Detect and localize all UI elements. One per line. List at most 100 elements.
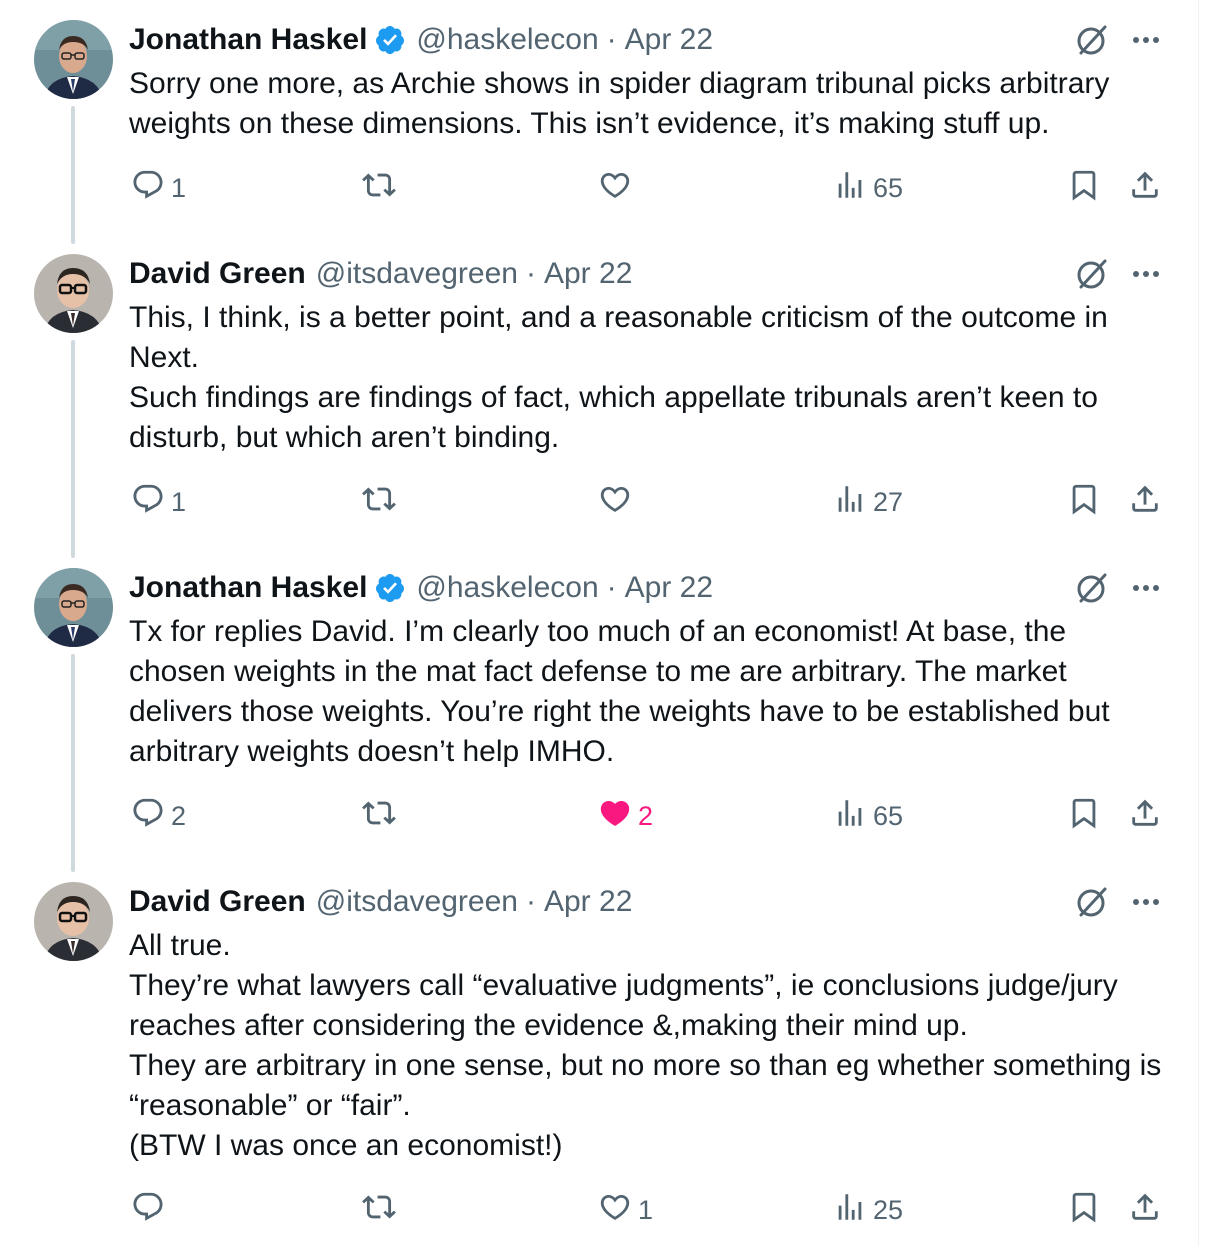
tweet-actions: 1 27 — [0, 482, 1196, 522]
bookmark-button[interactable] — [1067, 1190, 1101, 1230]
author-name[interactable]: David Green — [129, 885, 306, 919]
tweet[interactable]: David Green @itsdavegreen · Apr 22 This,… — [0, 234, 1196, 548]
like-icon — [598, 168, 632, 209]
verified-badge-icon[interactable] — [374, 572, 406, 604]
reply-count: 2 — [171, 800, 187, 831]
tweet-text-line: Such findings are findings of fact, whic… — [129, 381, 1098, 454]
more-icon[interactable] — [1128, 884, 1164, 920]
tweet-text-line: They are arbitrary in one sense, but no … — [129, 1049, 1162, 1122]
like-button[interactable] — [598, 168, 638, 208]
repost-button[interactable] — [362, 1190, 402, 1230]
tweet-text: Tx for replies David. I’m clearly too mu… — [129, 612, 1169, 772]
share-button[interactable] — [1128, 482, 1162, 522]
author-handle[interactable]: @haskelecon — [416, 571, 598, 605]
repost-button[interactable] — [362, 796, 402, 836]
bookmark-button[interactable] — [1067, 168, 1101, 208]
more-icon[interactable] — [1128, 256, 1164, 292]
tweet-text-line: Sorry one more, as Archie shows in spide… — [129, 67, 1110, 140]
repost-icon — [362, 168, 396, 209]
tweet-date[interactable]: Apr 22 — [544, 885, 632, 919]
tweet-text-line: (BTW I was once an economist!) — [129, 1129, 563, 1162]
tweet[interactable]: David Green @itsdavegreen · Apr 22 All t… — [0, 862, 1196, 1246]
views-icon — [833, 482, 867, 523]
tweet-text: This, I think, is a better point, and a … — [129, 298, 1169, 458]
tweet-actions: 1 25 — [0, 1190, 1196, 1230]
tweet-actions: 2 2 65 — [0, 796, 1196, 836]
grok-icon[interactable] — [1074, 570, 1110, 606]
like-icon — [598, 482, 632, 523]
repost-button[interactable] — [362, 482, 402, 522]
tweet-text-line: This, I think, is a better point, and a … — [129, 301, 1108, 374]
bookmark-icon — [1067, 482, 1101, 523]
repost-button[interactable] — [362, 168, 402, 208]
avatar[interactable] — [34, 568, 113, 647]
more-icon[interactable] — [1128, 22, 1164, 58]
repost-icon — [362, 482, 396, 523]
grok-icon[interactable] — [1074, 256, 1110, 292]
bookmark-icon — [1067, 796, 1101, 837]
tweet[interactable]: Jonathan Haskel @haskelecon · Apr 22 Sor… — [0, 0, 1196, 236]
views-count: 25 — [873, 1194, 904, 1225]
reply-count: 1 — [171, 172, 187, 203]
bookmark-icon — [1067, 168, 1101, 209]
reply-icon — [131, 796, 165, 837]
reply-icon — [131, 1190, 165, 1231]
share-button[interactable] — [1128, 168, 1162, 208]
avatar[interactable] — [34, 20, 113, 99]
verified-badge-icon[interactable] — [374, 24, 406, 56]
author-handle[interactable]: @haskelecon — [416, 23, 598, 57]
views-button[interactable]: 27 — [833, 482, 903, 522]
like-button[interactable]: 2 — [598, 796, 653, 836]
tweet-text: Sorry one more, as Archie shows in spide… — [129, 64, 1169, 144]
like-button[interactable]: 1 — [598, 1190, 653, 1230]
views-button[interactable]: 65 — [833, 168, 903, 208]
reply-count: 1 — [171, 486, 187, 517]
share-button[interactable] — [1128, 1190, 1162, 1230]
tweet-text-line: They’re what lawyers call “evaluative ju… — [129, 969, 1118, 1042]
views-icon — [833, 168, 867, 209]
bookmark-button[interactable] — [1067, 796, 1101, 836]
like-icon — [598, 796, 632, 837]
reply-icon — [131, 168, 165, 209]
like-count: 2 — [638, 800, 654, 831]
tweet-date[interactable]: Apr 22 — [625, 571, 713, 605]
grok-icon[interactable] — [1074, 884, 1110, 920]
views-icon — [833, 796, 867, 837]
avatar[interactable] — [34, 254, 113, 333]
more-icon[interactable] — [1128, 570, 1164, 606]
repost-icon — [362, 1190, 396, 1231]
tweet-header: David Green @itsdavegreen · Apr 22 — [129, 254, 632, 294]
grok-icon[interactable] — [1074, 22, 1110, 58]
author-name[interactable]: Jonathan Haskel — [129, 571, 367, 605]
like-button[interactable] — [598, 482, 638, 522]
share-icon — [1128, 168, 1162, 209]
avatar[interactable] — [34, 882, 113, 961]
author-handle[interactable]: @itsdavegreen — [316, 257, 518, 291]
tweet-header: David Green @itsdavegreen · Apr 22 — [129, 882, 632, 922]
tweet-date[interactable]: Apr 22 — [625, 23, 713, 57]
column-border — [1198, 0, 1199, 1246]
separator-dot: · — [606, 571, 617, 604]
author-name[interactable]: Jonathan Haskel — [129, 23, 367, 57]
separator-dot: · — [606, 23, 617, 56]
views-icon — [833, 1190, 867, 1231]
reply-button[interactable]: 2 — [131, 796, 186, 836]
like-count: 1 — [638, 1194, 654, 1225]
tweet-text: All true. They’re what lawyers call “eva… — [129, 926, 1169, 1166]
author-name[interactable]: David Green — [129, 257, 306, 291]
share-button[interactable] — [1128, 796, 1162, 836]
like-icon — [598, 1190, 632, 1231]
views-button[interactable]: 25 — [833, 1190, 903, 1230]
tweet-text-line: Tx for replies David. I’m clearly too mu… — [129, 615, 1110, 768]
reply-button[interactable]: 1 — [131, 168, 186, 208]
reply-button[interactable] — [131, 1190, 171, 1230]
views-button[interactable]: 65 — [833, 796, 903, 836]
author-handle[interactable]: @itsdavegreen — [316, 885, 518, 919]
tweet-header: Jonathan Haskel @haskelecon · Apr 22 — [129, 568, 713, 608]
bookmark-button[interactable] — [1067, 482, 1101, 522]
views-count: 65 — [873, 172, 904, 203]
tweet[interactable]: Jonathan Haskel @haskelecon · Apr 22 Tx … — [0, 548, 1196, 862]
tweet-actions: 1 65 — [0, 168, 1196, 208]
reply-button[interactable]: 1 — [131, 482, 186, 522]
tweet-date[interactable]: Apr 22 — [544, 257, 632, 291]
